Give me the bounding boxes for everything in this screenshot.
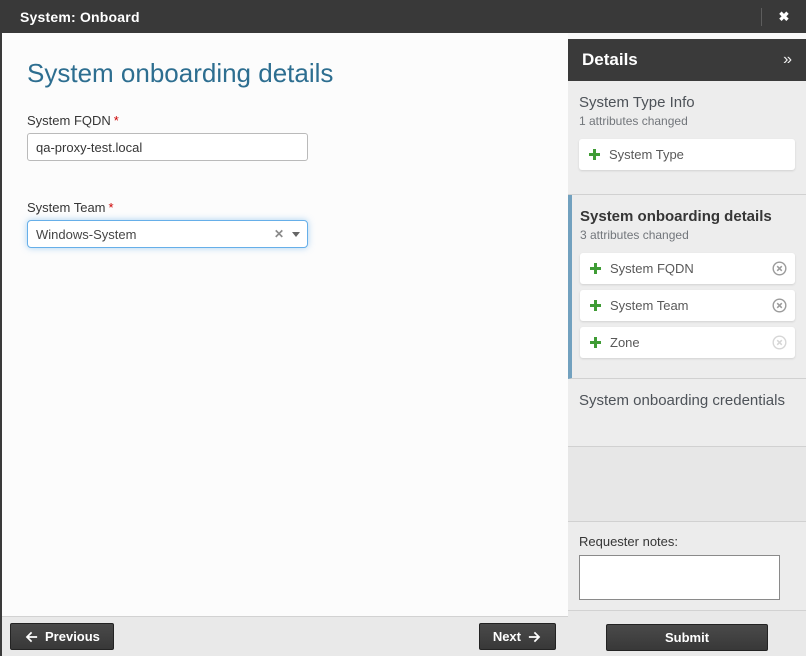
attribute-label: Zone (610, 335, 772, 350)
attribute-card-zone[interactable]: Zone (580, 327, 795, 358)
onboard-modal: System: Onboard ✖ System onboarding deta… (0, 0, 806, 656)
system-fqdn-input[interactable] (27, 133, 308, 161)
chevron-double-right-icon[interactable]: » (783, 51, 792, 69)
wizard-footer: Previous Next (2, 616, 568, 656)
clear-selection-icon[interactable]: ✕ (270, 227, 288, 241)
system-fqdn-label: System FQDN* (27, 113, 568, 128)
submit-button[interactable]: Submit (606, 624, 768, 651)
details-panel-body: System Type Info 1 attributes changed Sy… (568, 81, 806, 610)
required-asterisk: * (114, 113, 119, 128)
modal-title: System: Onboard (20, 9, 140, 25)
section-system-onboarding-details: System onboarding details 3 attributes c… (568, 195, 806, 379)
system-team-label: System Team* (27, 200, 568, 215)
chevron-down-icon[interactable] (292, 232, 300, 237)
panel-empty-region (568, 447, 806, 522)
plus-icon (590, 337, 601, 348)
section-subtitle: 1 attributes changed (579, 114, 795, 128)
system-team-select[interactable]: Windows-System ✕ (27, 220, 308, 248)
details-panel-footer: Submit (568, 610, 806, 656)
system-team-group: System Team* Windows-System ✕ (27, 200, 568, 248)
attribute-card-system-fqdn[interactable]: System FQDN (580, 253, 795, 284)
plus-icon (590, 300, 601, 311)
section-system-onboarding-credentials: System onboarding credentials (568, 379, 806, 447)
details-panel: Details » System Type Info 1 attributes … (568, 33, 806, 656)
section-title: System onboarding credentials (579, 392, 795, 409)
next-button[interactable]: Next (479, 623, 556, 650)
section-subtitle: 3 attributes changed (580, 228, 795, 242)
attribute-label: System Type (609, 147, 787, 162)
close-icon[interactable]: ✖ (762, 0, 806, 33)
wizard-step-panel: System onboarding details System FQDN* S… (2, 33, 568, 656)
wizard-step-body: System onboarding details System FQDN* S… (2, 33, 568, 616)
previous-button-label: Previous (45, 629, 100, 644)
arrow-left-icon (24, 630, 38, 644)
attribute-label: System FQDN (610, 261, 772, 276)
arrow-right-icon (528, 630, 542, 644)
requester-notes-region: Requester notes: (568, 522, 806, 610)
plus-icon (589, 149, 600, 160)
system-fqdn-label-text: System FQDN (27, 113, 111, 128)
section-title: System Type Info (579, 94, 795, 111)
next-button-label: Next (493, 629, 521, 644)
attribute-label: System Team (610, 298, 772, 313)
remove-circle-icon[interactable] (772, 261, 787, 276)
requester-notes-textarea[interactable] (579, 555, 780, 600)
details-panel-title: Details (582, 50, 638, 70)
requester-notes-label: Requester notes: (579, 534, 806, 549)
modal-content: System onboarding details System FQDN* S… (0, 33, 806, 656)
system-fqdn-group: System FQDN* (27, 113, 568, 161)
titlebar-actions: ✖ (761, 0, 806, 33)
required-asterisk: * (109, 200, 114, 215)
system-team-selected-value: Windows-System (36, 227, 270, 242)
modal-titlebar: System: Onboard ✖ (0, 0, 806, 33)
attribute-card-system-team[interactable]: System Team (580, 290, 795, 321)
details-panel-header: Details » (568, 39, 806, 81)
system-team-label-text: System Team (27, 200, 106, 215)
plus-icon (590, 263, 601, 274)
submit-button-label: Submit (665, 630, 709, 645)
step-heading: System onboarding details (27, 58, 568, 89)
section-title: System onboarding details (580, 208, 795, 225)
attribute-card-system-type[interactable]: System Type (579, 139, 795, 170)
previous-button[interactable]: Previous (10, 623, 114, 650)
section-system-type-info: System Type Info 1 attributes changed Sy… (568, 81, 806, 195)
remove-circle-icon[interactable] (772, 298, 787, 313)
remove-circle-icon[interactable] (772, 335, 787, 350)
